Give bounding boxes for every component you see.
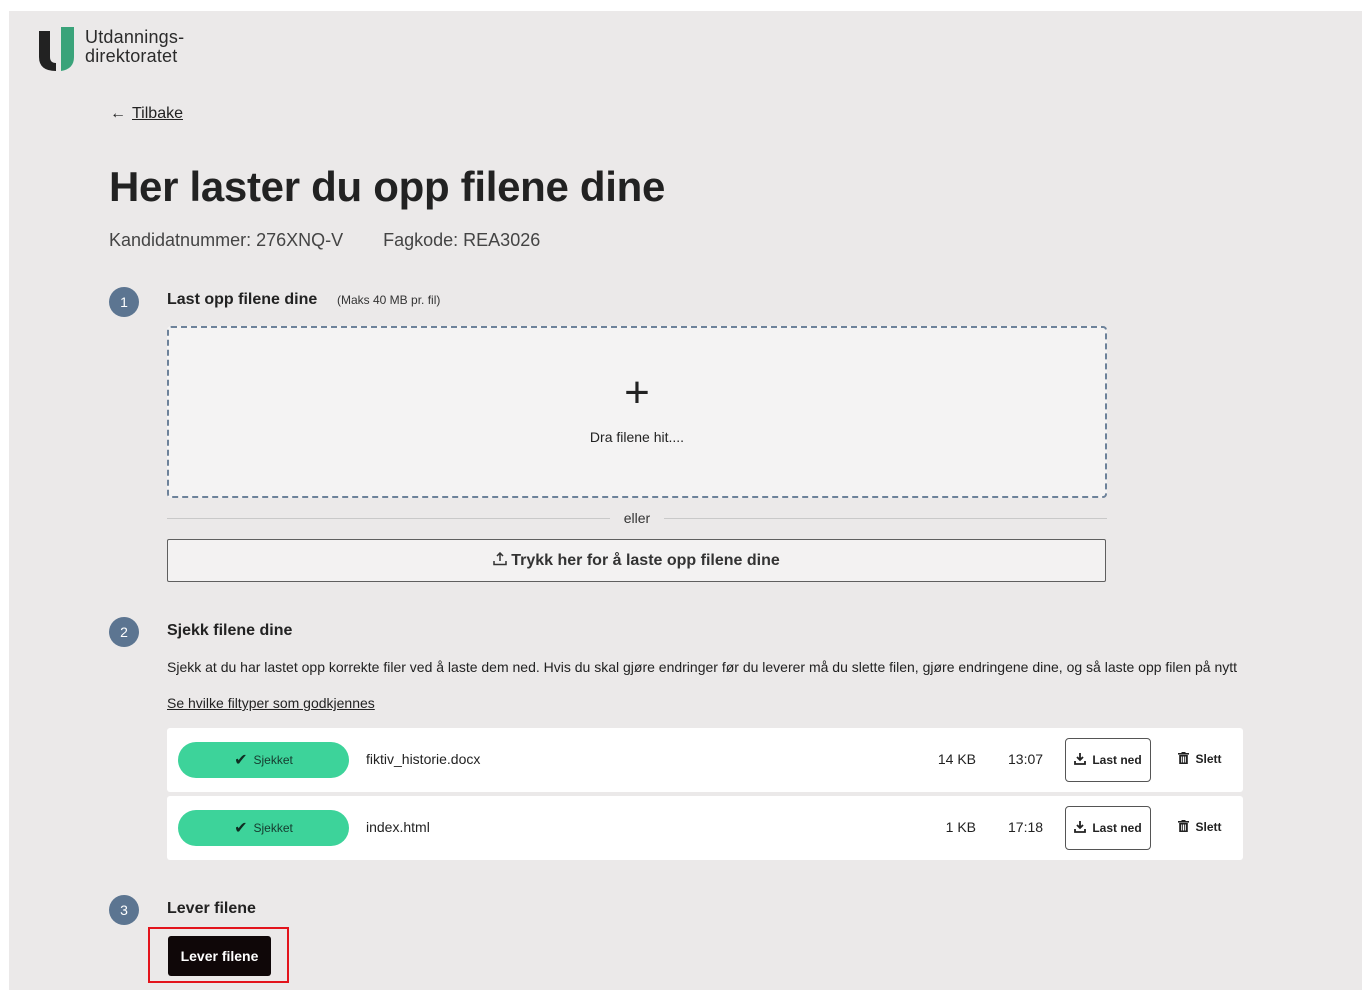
delete-label: Slett: [1195, 820, 1222, 834]
logo-text: Utdannings- direktoratet: [85, 28, 184, 66]
step-2-badge: 2: [109, 617, 139, 647]
download-icon: [1074, 752, 1087, 768]
delete-label: Slett: [1195, 752, 1222, 766]
logo-mark-icon: [39, 27, 74, 71]
status-label: Sjekket: [253, 821, 293, 835]
file-time: 13:07: [1008, 751, 1044, 767]
logo-line-2: direktoratet: [85, 46, 178, 66]
step-3-badge: 3: [109, 895, 139, 925]
delete-button[interactable]: Slett: [1165, 738, 1235, 780]
trash-icon: [1178, 819, 1190, 835]
submit-files-button[interactable]: Lever filene: [168, 936, 271, 976]
divider-line: [167, 517, 610, 519]
candidate-number: Kandidatnummer: 276XNQ-V: [109, 230, 344, 250]
file-size-limit-note: (Maks 40 MB pr. fil): [337, 293, 441, 307]
step-1-title: Last opp filene dine: [167, 291, 318, 308]
status-badge: ✔ Sjekket: [178, 742, 349, 778]
check-files-description: Sjekk at du har lastet opp korrekte file…: [167, 659, 1238, 675]
file-time: 17:18: [1008, 819, 1044, 835]
subject-code: Fagkode: REA3026: [383, 230, 541, 250]
page-title: Her laster du opp filene dine: [109, 163, 666, 210]
checkmark-icon: ✔: [234, 820, 248, 837]
download-icon: [1074, 820, 1087, 836]
plus-icon: +: [624, 368, 650, 417]
candidate-info: Kandidatnummer: 276XNQ-V Fagkode: REA3026: [109, 230, 540, 251]
checkmark-icon: ✔: [234, 752, 248, 769]
download-label: Last ned: [1092, 821, 1142, 835]
back-link[interactable]: ← Tilbake: [110, 105, 183, 123]
utdanningsdirektoratet-logo[interactable]: Utdannings- direktoratet: [37, 27, 184, 71]
upload-icon: [493, 551, 507, 570]
status-badge: ✔ Sjekket: [178, 810, 349, 846]
upload-files-button[interactable]: Trykk her for å laste opp filene dine: [167, 539, 1106, 582]
back-link-label: Tilbake: [132, 105, 183, 122]
file-size: 14 KB: [937, 751, 976, 767]
page: Utdannings- direktoratet ← Tilbake Her l…: [9, 11, 1362, 990]
file-size: 1 KB: [945, 819, 976, 835]
step-1-badge: 1: [109, 287, 139, 317]
status-label: Sjekket: [253, 753, 293, 767]
delete-button[interactable]: Slett: [1165, 806, 1235, 848]
download-label: Last ned: [1092, 753, 1142, 767]
or-text: eller: [623, 510, 651, 526]
step-3-title: Lever filene: [167, 900, 256, 917]
download-button[interactable]: Last ned: [1065, 806, 1151, 850]
arrow-left-icon: ←: [110, 105, 126, 122]
logo-line-1: Utdannings-: [85, 27, 185, 47]
file-name: fiktiv_historie.docx: [366, 751, 481, 767]
trash-icon: [1178, 751, 1190, 767]
or-divider: eller: [167, 510, 1107, 526]
file-dropzone[interactable]: + Dra filene hit....: [167, 326, 1107, 498]
file-row: ✔ Sjekket fiktiv_historie.docx 14 KB 13:…: [167, 728, 1243, 792]
accepted-filetypes-link[interactable]: Se hvilke filtyper som godkjennes: [167, 695, 375, 711]
divider-line: [664, 517, 1107, 519]
upload-files-label: Trykk her for å laste opp filene dine: [511, 551, 780, 569]
step-2-title: Sjekk filene dine: [167, 622, 293, 639]
download-button[interactable]: Last ned: [1065, 738, 1151, 782]
file-name: index.html: [366, 819, 430, 835]
dropzone-hint: Dra filene hit....: [589, 429, 685, 445]
file-row: ✔ Sjekket index.html 1 KB 17:18 Last ned…: [167, 796, 1243, 860]
